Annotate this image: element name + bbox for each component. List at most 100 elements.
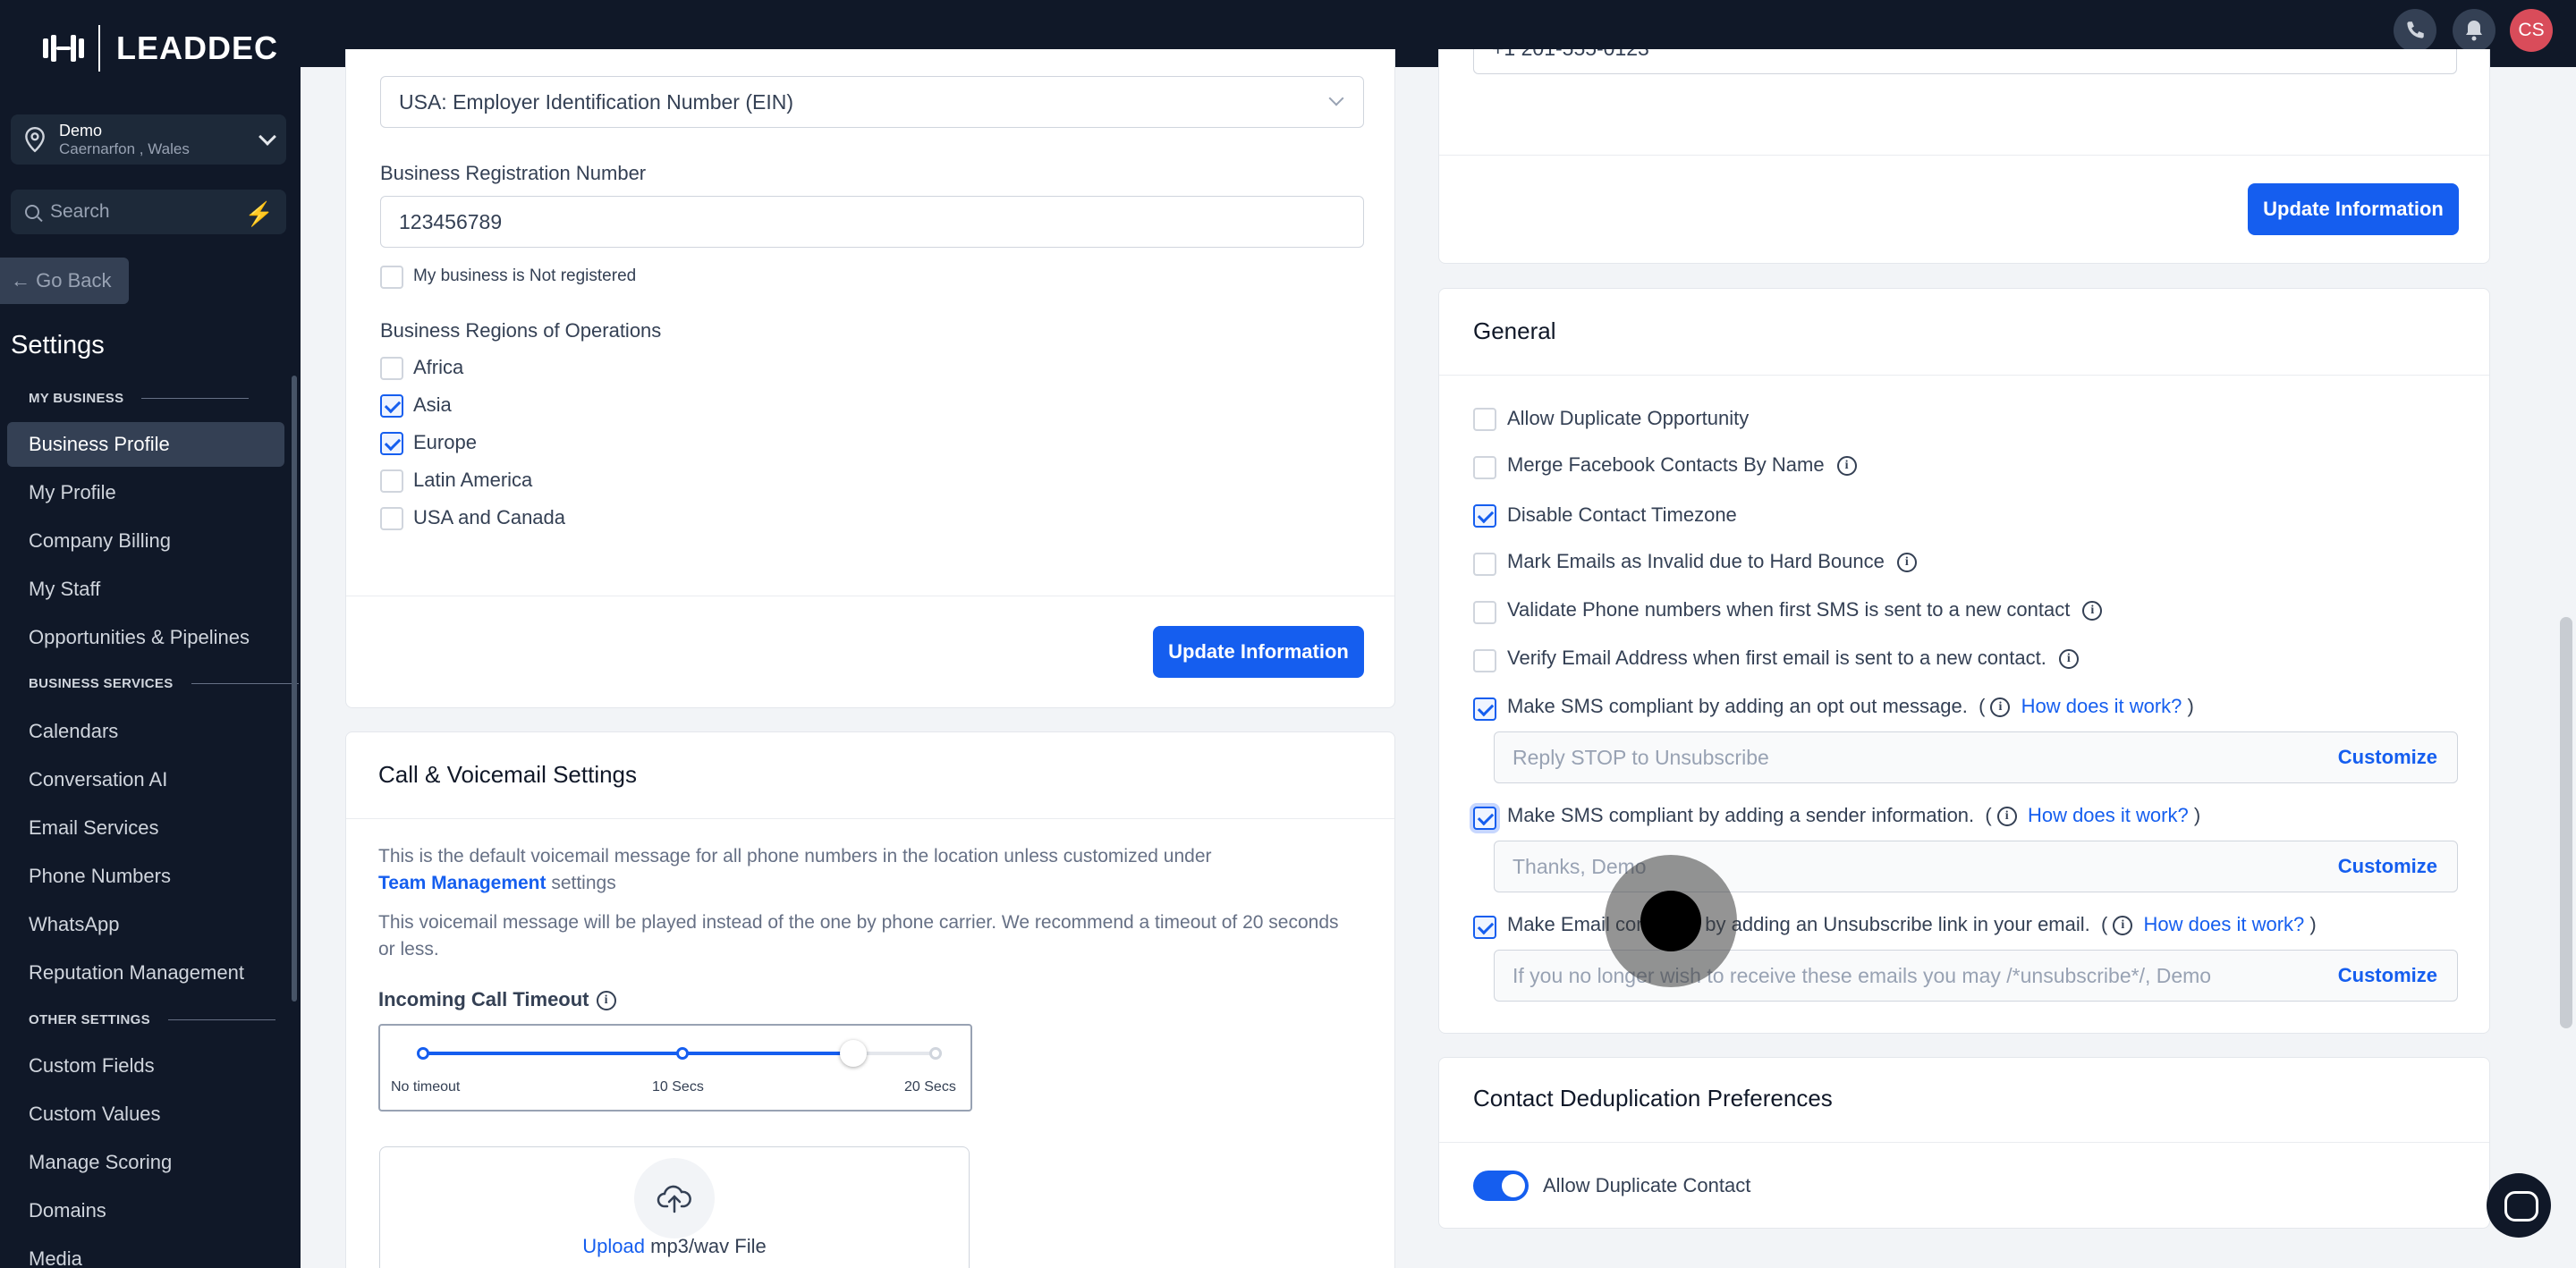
section-my-business: MY BUSINESS — [29, 391, 250, 406]
info-icon[interactable]: i — [1896, 553, 1917, 573]
location-sub: Caernarfon , Wales — [59, 140, 190, 157]
chat-widget-button[interactable] — [2487, 1173, 2551, 1238]
email-unsubscribe-checkbox[interactable] — [1473, 916, 1496, 939]
chevron-down-icon — [258, 128, 276, 146]
phone-input[interactable]: +1 201-555-0123 — [1473, 49, 2457, 74]
allow-duplicate-opportunity-checkbox[interactable] — [1473, 408, 1496, 431]
slider-thumb[interactable] — [840, 1040, 868, 1067]
sidebar-scrollbar[interactable] — [292, 376, 297, 1002]
location-switcher[interactable]: Demo Caernarfon , Wales — [11, 114, 286, 165]
phone-button[interactable] — [2394, 9, 2436, 52]
regions-label: Business Regions of Operations — [380, 319, 662, 342]
how-does-it-work-link[interactable]: How does it work? — [2028, 804, 2189, 826]
sms-sender-info-label: Make SMS compliant by adding a sender in… — [1507, 804, 2201, 827]
sidebar-item-manage-scoring[interactable]: Manage Scoring — [7, 1140, 284, 1185]
sidebar-item-business-profile[interactable]: Business Profile — [7, 422, 284, 467]
how-does-it-work-link[interactable]: How does it work? — [2021, 695, 2182, 717]
sms-opt-out-label: Make SMS compliant by adding an opt out … — [1507, 695, 2194, 718]
customize-button[interactable]: Customize — [2338, 964, 2437, 987]
sidebar-item-conversation-ai[interactable]: Conversation AI — [7, 757, 284, 802]
sidebar-item-phone-numbers[interactable]: Phone Numbers — [7, 854, 284, 899]
sms-sender-info-checkbox[interactable] — [1473, 807, 1496, 830]
verify-email-label: Verify Email Address when first email is… — [1507, 647, 2079, 670]
reg-number-input[interactable]: 123456789 — [380, 196, 1364, 248]
voicemail-desc-2: This voicemail message will be played in… — [378, 912, 1339, 959]
sidebar-item-media[interactable]: Media — [7, 1237, 284, 1268]
sms-opt-out-input[interactable]: Reply STOP to Unsubscribe Customize — [1494, 731, 2458, 783]
search-icon — [25, 205, 39, 219]
notifications-button[interactable] — [2453, 9, 2496, 52]
business-info-card: USA: Employer Identification Number (EIN… — [345, 49, 1395, 708]
section-other-settings: OTHER SETTINGS — [29, 1012, 275, 1027]
sms-opt-out-checkbox[interactable] — [1473, 697, 1496, 721]
hard-bounce-label: Mark Emails as Invalid due to Hard Bounc… — [1507, 550, 1917, 573]
section-business-services: BUSINESS SERVICES — [29, 676, 299, 691]
sidebar-item-domains[interactable]: Domains — [7, 1188, 284, 1233]
location-name: Demo — [59, 122, 103, 139]
update-information-button[interactable]: Update Information — [1153, 626, 1364, 678]
validate-phone-checkbox[interactable] — [1473, 601, 1496, 624]
region-asia-label: Asia — [413, 393, 452, 416]
hard-bounce-checkbox[interactable] — [1473, 553, 1496, 576]
sidebar-item-opportunities[interactable]: Opportunities & Pipelines — [7, 615, 284, 660]
go-back-button[interactable]: ← Go Back — [0, 258, 129, 304]
incoming-call-timeout-slider[interactable]: No timeout 10 Secs 20 Secs — [378, 1024, 972, 1112]
region-europe-checkbox[interactable] — [380, 432, 403, 455]
region-usa-canada-checkbox[interactable] — [380, 507, 403, 530]
info-icon[interactable]: i — [1990, 697, 2011, 718]
chevron-down-icon — [1328, 90, 1344, 106]
verify-email-checkbox[interactable] — [1473, 649, 1496, 672]
voicemail-upload-dropzone[interactable]: Upload mp3/wav File — [379, 1146, 970, 1268]
sidebar-item-custom-fields[interactable]: Custom Fields — [7, 1044, 284, 1088]
sidebar-search[interactable]: Search ⚡ — [11, 190, 286, 234]
sidebar-item-company-billing[interactable]: Company Billing — [7, 519, 284, 563]
upload-link[interactable]: Upload — [582, 1235, 645, 1257]
call-voicemail-title: Call & Voicemail Settings — [378, 761, 638, 788]
tick-10-secs: 10 Secs — [652, 1079, 704, 1095]
upload-cloud-icon — [634, 1158, 715, 1238]
general-card: General Allow Duplicate Opportunity Merg… — [1438, 288, 2490, 1034]
sidebar-item-my-profile[interactable]: My Profile — [7, 470, 284, 515]
disable-timezone-checkbox[interactable] — [1473, 504, 1496, 528]
customize-button[interactable]: Customize — [2338, 855, 2437, 878]
slider-fill — [423, 1052, 854, 1055]
region-usa-canada-label: USA and Canada — [413, 506, 566, 528]
general-title: General — [1473, 317, 1556, 344]
info-icon[interactable]: i — [1836, 456, 1857, 477]
not-registered-label: My business is Not registered — [413, 266, 637, 285]
region-europe-label: Europe — [413, 431, 477, 453]
id-type-select[interactable]: USA: Employer Identification Number (EIN… — [380, 76, 1364, 128]
merge-facebook-checkbox[interactable] — [1473, 456, 1496, 479]
allow-duplicate-contact-label: Allow Duplicate Contact — [1543, 1174, 1751, 1196]
bell-icon — [2466, 21, 2482, 41]
info-icon[interactable]: i — [1996, 807, 2017, 827]
sidebar-item-reputation[interactable]: Reputation Management — [7, 951, 284, 995]
main-scrollbar[interactable] — [2560, 617, 2572, 1028]
not-registered-checkbox[interactable] — [380, 266, 403, 289]
user-avatar[interactable]: CS — [2510, 9, 2553, 52]
info-icon[interactable]: i — [2113, 916, 2133, 936]
sidebar-item-calendars[interactable]: Calendars — [7, 709, 284, 754]
sidebar-item-custom-values[interactable]: Custom Values — [7, 1092, 284, 1137]
sidebar-item-email-services[interactable]: Email Services — [7, 806, 284, 850]
region-asia-checkbox[interactable] — [380, 394, 403, 418]
slider-track[interactable] — [417, 1040, 942, 1067]
logo-mark-icon — [43, 35, 84, 62]
phone-card: +1 201-555-0123 Update Information — [1438, 49, 2490, 264]
sidebar: LEADDEC Demo Caernarfon , Wales Search ⚡… — [0, 0, 301, 1268]
info-icon[interactable]: i — [2082, 601, 2103, 621]
search-placeholder: Search — [50, 201, 110, 222]
bolt-icon[interactable]: ⚡ — [245, 200, 274, 228]
info-icon[interactable]: i — [596, 991, 616, 1011]
update-information-button[interactable]: Update Information — [2248, 183, 2459, 235]
sidebar-item-my-staff[interactable]: My Staff — [7, 567, 284, 612]
region-africa-checkbox[interactable] — [380, 357, 403, 380]
sidebar-item-whatsapp[interactable]: WhatsApp — [7, 902, 284, 947]
how-does-it-work-link[interactable]: How does it work? — [2144, 913, 2305, 935]
brand-logo[interactable]: LEADDEC — [43, 25, 278, 72]
team-management-link[interactable]: Team Management — [378, 873, 547, 893]
customize-button[interactable]: Customize — [2338, 746, 2437, 769]
info-icon[interactable]: i — [2058, 649, 2079, 670]
allow-duplicate-contact-toggle[interactable] — [1473, 1171, 1529, 1201]
region-latin-america-checkbox[interactable] — [380, 469, 403, 493]
